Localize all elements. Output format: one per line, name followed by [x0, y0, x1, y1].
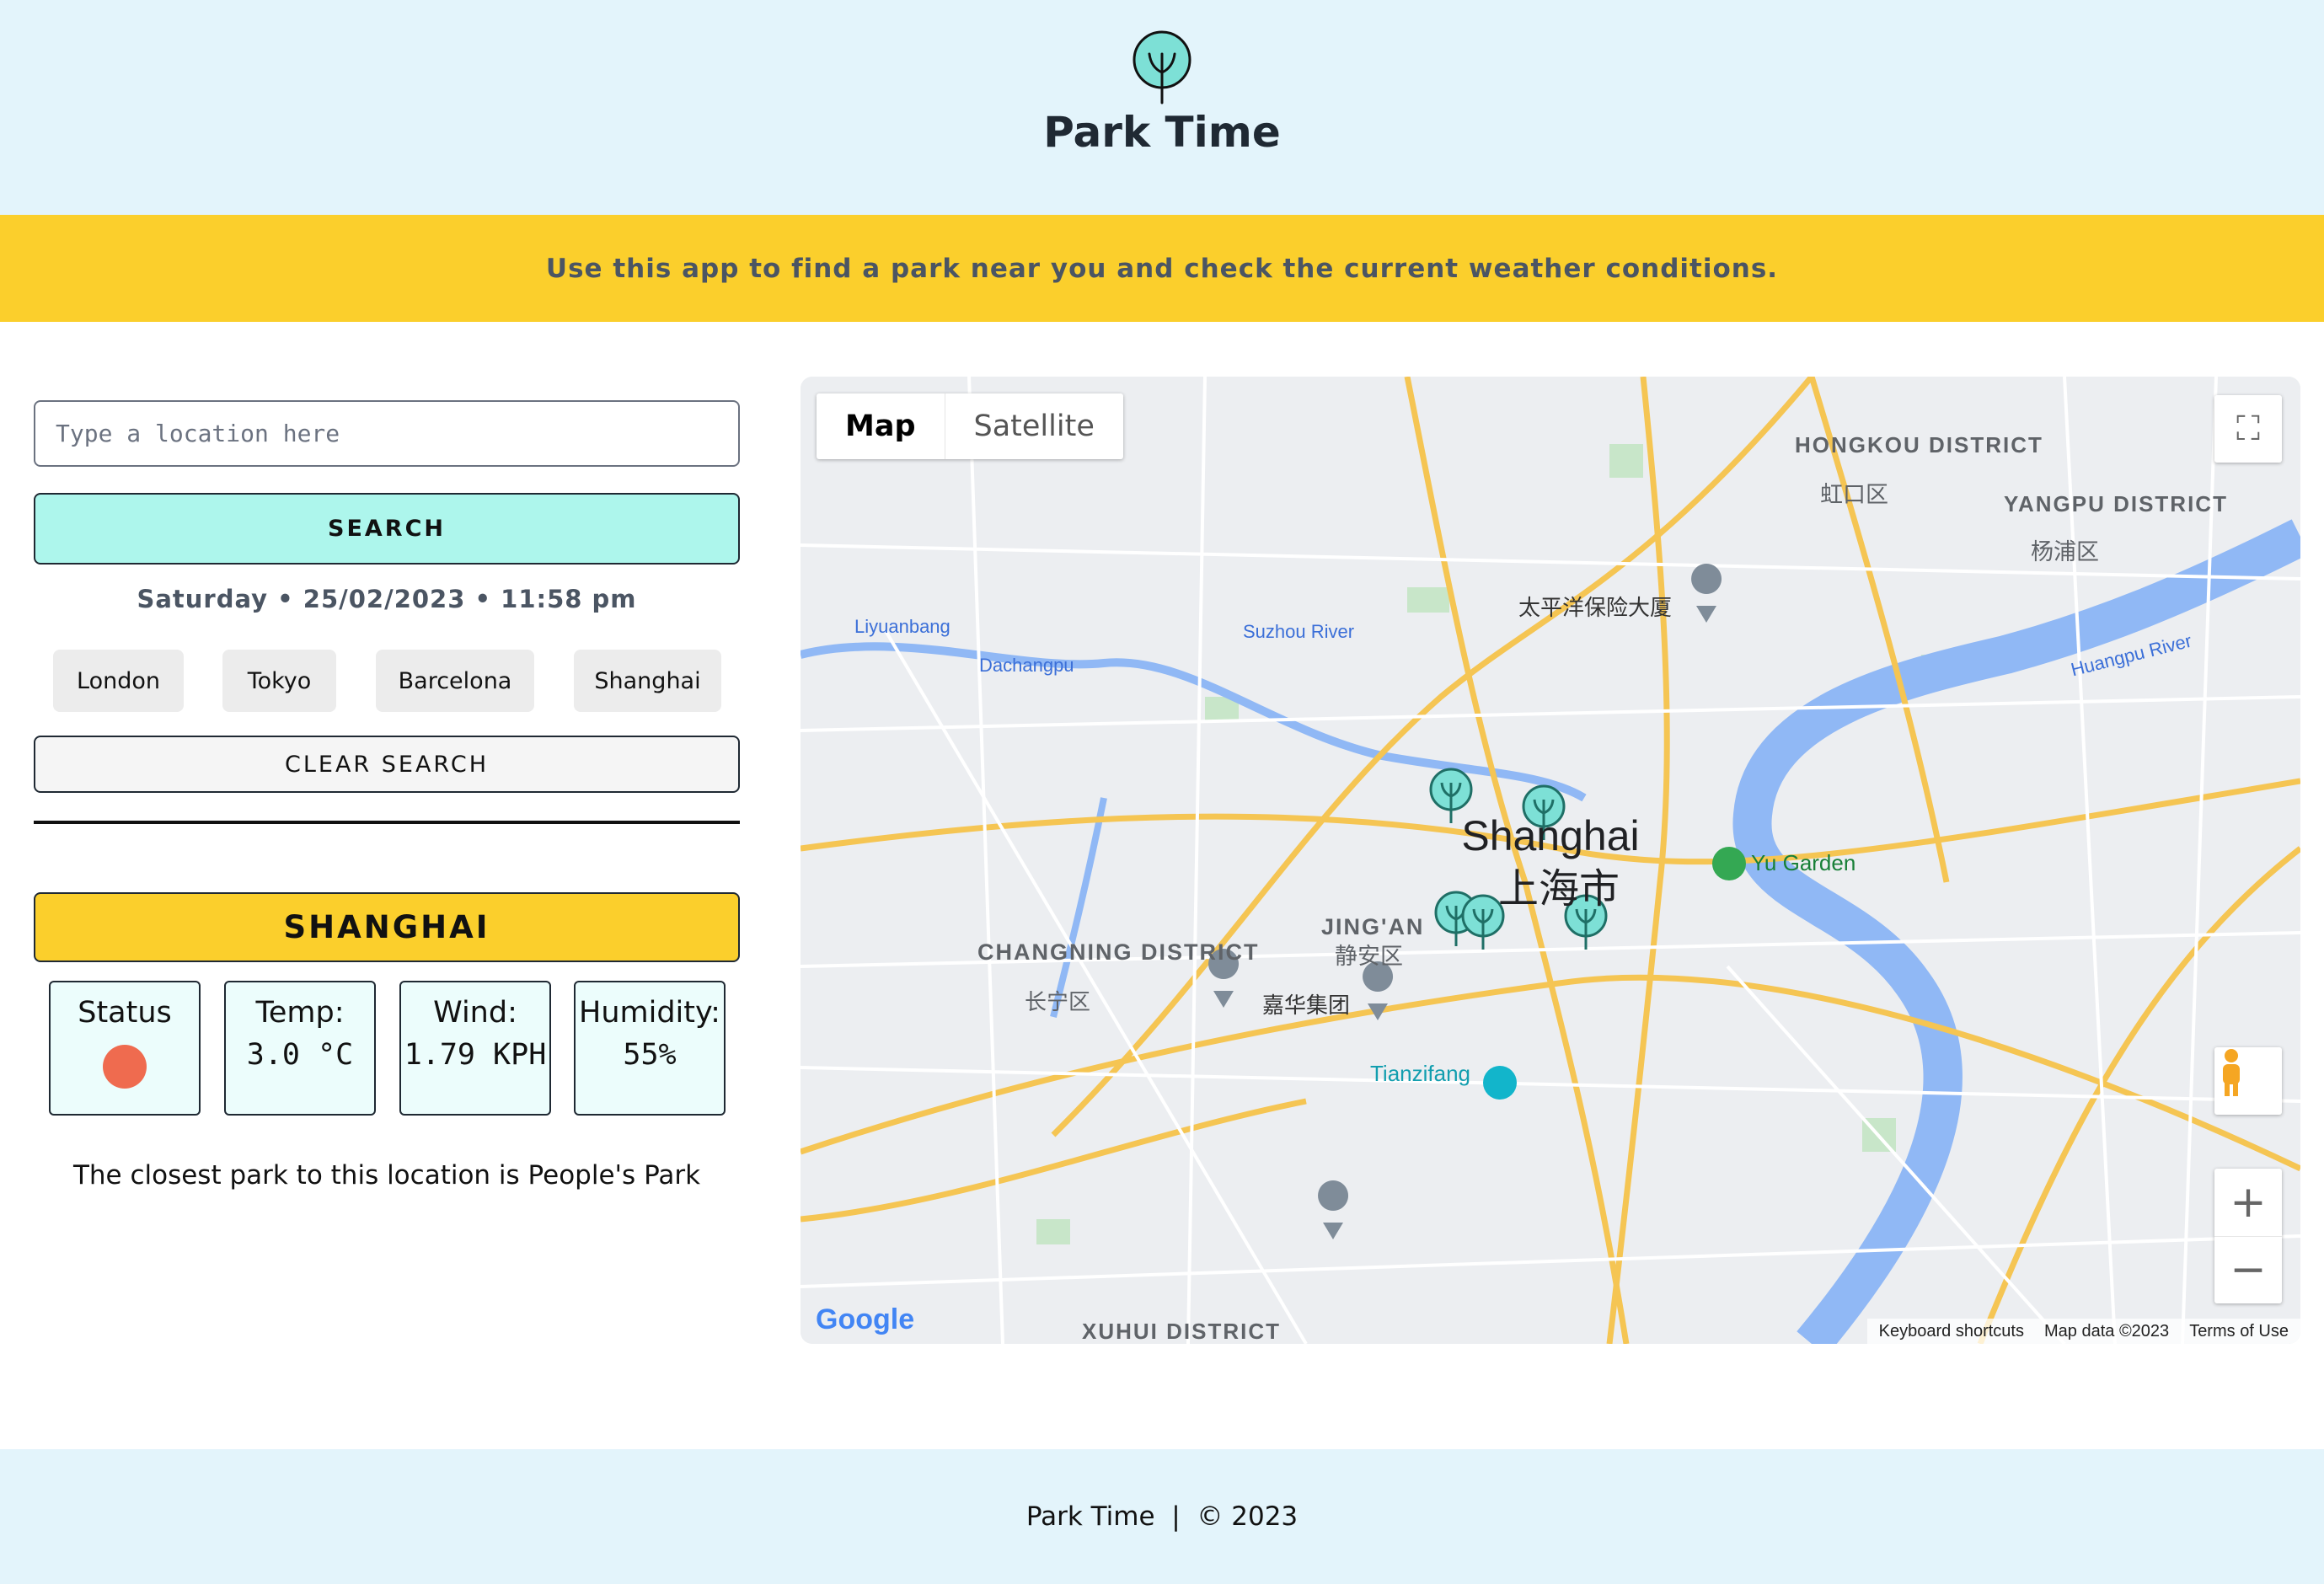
map-place-jiahua-group: 嘉华集团 — [1262, 993, 1351, 1018]
map-district-jingan: JING'AN — [1321, 914, 1425, 939]
temp-card: Temp: 3.0 °C — [224, 981, 376, 1116]
city-chip-tokyo[interactable]: Tokyo — [222, 650, 336, 712]
wind-value: 1.79 KPH — [404, 1038, 547, 1072]
map-district-changning: CHANGNING DISTRICT — [977, 939, 1260, 965]
map-place-liyuanbang: Liyuanbang — [854, 616, 950, 637]
city-chip-london[interactable]: London — [53, 650, 184, 712]
map-place-dachangpu: Dachangpu — [979, 655, 1074, 676]
humidity-value: 55% — [623, 1038, 677, 1072]
map-district-jingan-cn: 静安区 — [1335, 944, 1403, 969]
map-type-satellite-button[interactable]: Satellite — [944, 393, 1123, 459]
app-footer: Park Time | © 2023 — [0, 1449, 2324, 1584]
closest-park-text: The closest park to this location is Peo… — [72, 1160, 701, 1191]
map-place-suzhou-river: Suzhou River — [1243, 621, 1355, 642]
app-title: Park Time — [1043, 108, 1281, 157]
city-chip-barcelona[interactable]: Barcelona — [376, 650, 534, 712]
wind-label: Wind: — [433, 996, 517, 1030]
map-district-yangpu: YANGPU DISTRICT — [2004, 491, 2228, 516]
map-district-hongkou-cn: 虹口区 — [1820, 482, 1888, 507]
info-banner: Use this app to find a park near you and… — [0, 215, 2324, 322]
footer-text: Park Time | © 2023 — [1025, 1501, 1299, 1532]
pegman-icon — [2223, 1049, 2240, 1096]
search-button[interactable]: SEARCH — [34, 493, 740, 565]
wind-card: Wind: 1.79 KPH — [399, 981, 551, 1116]
map-district-changning-cn: 长宁区 — [1025, 989, 1091, 1014]
map-place-insurance-building: 太平洋保险大厦 — [1518, 595, 1673, 620]
map-city-label: Shanghai — [1461, 812, 1640, 859]
clear-search-button[interactable]: CLEAR SEARCH — [34, 736, 740, 793]
selected-city-heading: SHANGHAI — [34, 892, 740, 962]
current-datetime: Saturday • 25/02/2023 • 11:58 pm — [137, 585, 637, 613]
map-district-xuhui: XUHUI DISTRICT — [1082, 1319, 1281, 1344]
fullscreen-icon[interactable]: ⛶ — [2214, 395, 2282, 463]
humidity-label: Humidity: — [579, 996, 720, 1030]
city-chip-shanghai[interactable]: Shanghai — [574, 650, 721, 712]
zoom-control: + − — [2214, 1169, 2282, 1303]
zoom-in-icon[interactable]: + — [2214, 1169, 2282, 1237]
svg-text:Google: Google — [816, 1303, 914, 1335]
keyboard-shortcuts-link[interactable]: Keyboard shortcuts — [1879, 1322, 2024, 1341]
map-place-yu-garden: Yu Garden — [1751, 850, 1856, 875]
map-attribution: Keyboard shortcuts Map data ©2023 Terms … — [1866, 1319, 2300, 1344]
terms-of-use-link[interactable]: Terms of Use — [2189, 1322, 2289, 1341]
zoom-out-icon[interactable]: − — [2214, 1237, 2282, 1304]
map-place-tianzifang: Tianzifang — [1370, 1061, 1470, 1086]
park-map[interactable]: Google Shanghai 上海市 CHANGNING DISTRICT 长… — [801, 377, 2300, 1344]
temp-value: 3.0 °C — [246, 1038, 354, 1072]
location-search-input[interactable] — [34, 400, 740, 467]
status-card: Status — [49, 981, 201, 1116]
app-header: Park Time — [0, 0, 2324, 215]
street-view-pegman-icon[interactable] — [2214, 1047, 2282, 1115]
tree-logo-icon — [1133, 30, 1191, 104]
map-district-hongkou: HONGKOU DISTRICT — [1795, 432, 2043, 458]
map-city-label-cn: 上海市 — [1497, 867, 1620, 912]
map-district-yangpu-cn: 杨浦区 — [2031, 539, 2099, 565]
map-type-control: Map Satellite — [817, 393, 1123, 459]
section-divider — [34, 821, 740, 824]
status-indicator-icon — [103, 1045, 147, 1089]
humidity-card: Humidity: 55% — [574, 981, 726, 1116]
map-data-text: Map data ©2023 — [2044, 1321, 2170, 1341]
temp-label: Temp: — [255, 996, 345, 1030]
map-type-map-button[interactable]: Map — [817, 393, 945, 459]
banner-text: Use this app to find a park near you and… — [545, 253, 1779, 284]
status-label: Status — [78, 996, 172, 1030]
